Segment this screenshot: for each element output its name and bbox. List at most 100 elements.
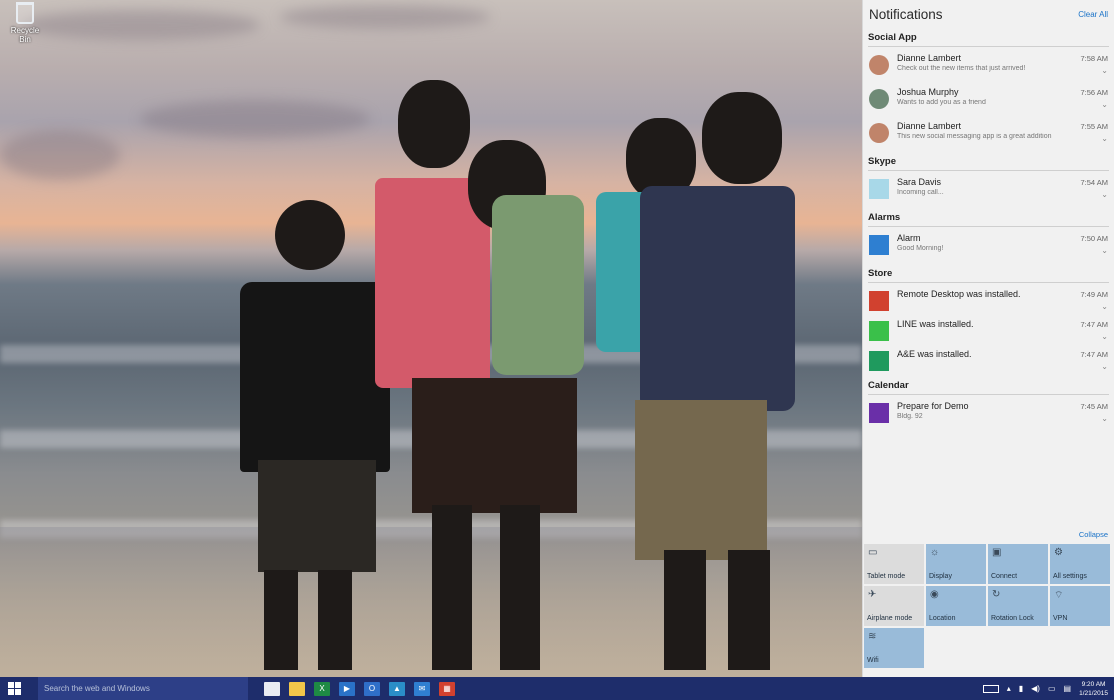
notification-title: A&E was installed. <box>897 349 972 359</box>
chevron-down-icon[interactable]: ⌄ <box>1101 190 1108 199</box>
store-icon[interactable]: ▦ <box>439 681 455 696</box>
alarm-clock-icon <box>869 235 889 255</box>
chevron-down-icon[interactable]: ⌄ <box>1101 332 1108 341</box>
avatar-icon <box>869 89 889 109</box>
connect-icon: ▣ <box>992 547 1002 558</box>
quick-action-label: Display <box>929 573 952 580</box>
quick-action-label: All settings <box>1053 573 1087 580</box>
notification-item[interactable]: LINE was installed. 7:47 AM ⌄ <box>863 316 1114 346</box>
notification-time: 7:54 AM <box>1080 178 1108 187</box>
group-divider <box>868 282 1109 283</box>
quick-action-tile[interactable]: ▭ Tablet mode <box>864 544 924 584</box>
notification-item[interactable]: Sara Davis Incoming call... 7:54 AM ⌄ <box>863 174 1114 208</box>
skype-icon <box>869 179 889 199</box>
notification-time: 7:49 AM <box>1080 290 1108 299</box>
quick-action-tile[interactable]: ◉ Location <box>926 586 986 626</box>
rotation-lock-icon: ↻ <box>992 589 1001 600</box>
notification-body: Good Morning! <box>897 245 944 252</box>
quick-action-tile[interactable]: ▣ Connect <box>988 544 1048 584</box>
mail-icon[interactable]: ✉ <box>414 681 430 696</box>
chevron-up-icon[interactable]: ▴ <box>1007 684 1011 693</box>
volume-icon[interactable]: ◀) <box>1031 684 1040 693</box>
start-button[interactable] <box>0 677 28 700</box>
outlook-icon[interactable]: O <box>364 681 380 696</box>
quick-action-label: Wifi <box>867 657 879 664</box>
notification-body: Bldg. 92 <box>897 413 923 420</box>
group-divider <box>868 394 1109 395</box>
panel-title: Notifications <box>869 6 943 22</box>
notification-item[interactable]: Dianne Lambert Check out the new items th… <box>863 50 1114 84</box>
chevron-down-icon[interactable]: ⌄ <box>1101 66 1108 75</box>
notification-item[interactable]: A&E was installed. 7:47 AM ⌄ <box>863 346 1114 376</box>
notification-item[interactable]: Dianne Lambert This new social messaging … <box>863 118 1114 152</box>
notification-time: 7:45 AM <box>1080 402 1108 411</box>
wifi-icon: ≋ <box>868 631 877 642</box>
notification-time: 7:47 AM <box>1080 320 1108 329</box>
notification-item[interactable]: Alarm Good Morning! 7:50 AM ⌄ <box>863 230 1114 264</box>
recycle-bin-shortcut[interactable]: Recycle Bin <box>6 2 44 44</box>
battery-icon[interactable]: ▭ <box>1048 684 1056 693</box>
quick-action-tile[interactable]: ✈ Airplane mode <box>864 586 924 626</box>
notification-body: Incoming call... <box>897 189 944 196</box>
quick-action-tile[interactable]: ☼ Display <box>926 544 986 584</box>
action-center-icon[interactable]: ▤ <box>1064 684 1072 693</box>
quick-action-label: VPN <box>1053 615 1068 622</box>
chevron-down-icon[interactable]: ⌄ <box>1101 134 1108 143</box>
chevron-down-icon[interactable]: ⌄ <box>1101 100 1108 109</box>
chevron-down-icon[interactable]: ⌄ <box>1101 362 1108 371</box>
group-title: Skype <box>868 156 896 167</box>
location-icon: ◉ <box>930 589 939 600</box>
taskbar-apps: X ▶ O ▲ ✉ ▦ <box>264 681 455 696</box>
line-icon <box>869 321 889 341</box>
avatar-icon <box>869 55 889 75</box>
gear-icon: ⚙ <box>1054 547 1063 558</box>
notification-title: Sara Davis <box>897 177 942 187</box>
desktop-wallpaper <box>0 0 862 677</box>
tablet-icon: ▭ <box>868 547 878 558</box>
vpn-icon: ⌔ <box>1054 590 1064 601</box>
group-title: Store <box>868 268 893 279</box>
notification-title: Remote Desktop was installed. <box>897 289 1021 299</box>
clear-all-link[interactable]: Clear All <box>1078 10 1108 19</box>
chevron-down-icon[interactable]: ⌄ <box>1101 246 1108 255</box>
notification-groups: Social App Dianne Lambert Check out the ne… <box>863 28 1114 432</box>
notification-item[interactable]: Remote Desktop was installed. 7:49 AM ⌄ <box>863 286 1114 316</box>
ae-icon <box>869 351 889 371</box>
notification-time: 7:55 AM <box>1080 122 1108 131</box>
calendar-icon <box>869 403 889 423</box>
powerpoint-icon[interactable]: ▶ <box>339 681 355 696</box>
group-divider <box>868 46 1109 47</box>
notification-title: Joshua Murphy <box>897 87 959 97</box>
notification-time: 7:50 AM <box>1080 234 1108 243</box>
quick-action-label: Connect <box>991 573 1018 580</box>
chevron-down-icon[interactable]: ⌄ <box>1101 414 1108 423</box>
notification-body: Wants to add you as a friend <box>897 99 986 106</box>
quick-action-tile[interactable]: ⚙ All settings <box>1050 544 1110 584</box>
notification-item[interactable]: Prepare for Demo Bldg. 92 7:45 AM ⌄ <box>863 398 1114 432</box>
notification-item[interactable]: Joshua Murphy Wants to add you as a frien… <box>863 84 1114 118</box>
group-divider <box>868 226 1109 227</box>
quick-action-tile[interactable]: ≋ Wifi <box>864 628 924 668</box>
notification-time: 7:56 AM <box>1080 88 1108 97</box>
collapse-link[interactable]: Collapse <box>862 530 1114 539</box>
notification-title: Dianne Lambert <box>897 121 962 131</box>
search-box[interactable]: Search the web and Windows <box>38 677 248 700</box>
quick-action-tile[interactable]: ⌔ VPN <box>1050 586 1110 626</box>
file-explorer-icon[interactable] <box>289 681 305 696</box>
notification-title: Dianne Lambert <box>897 53 962 63</box>
quick-action-label: Rotation Lock <box>991 615 1034 622</box>
chevron-down-icon[interactable]: ⌄ <box>1101 302 1108 311</box>
notification-time: 7:47 AM <box>1080 350 1108 359</box>
network-icon[interactable]: ▮ <box>1019 684 1023 693</box>
system-tray: ▴ ▮ ◀) ▭ ▤ 9:20 AM 1/21/2015 <box>982 677 1114 700</box>
recycle-bin-label: Recycle Bin <box>10 26 40 44</box>
quick-action-label: Location <box>929 615 956 622</box>
avatar-icon <box>869 123 889 143</box>
clock[interactable]: 9:20 AM 1/21/2015 <box>1079 680 1108 698</box>
notification-title: LINE was installed. <box>897 319 974 329</box>
task-view-icon[interactable] <box>264 681 280 696</box>
keyboard-icon[interactable] <box>982 684 999 693</box>
quick-action-tile[interactable]: ↻ Rotation Lock <box>988 586 1048 626</box>
photos-icon[interactable]: ▲ <box>389 681 405 696</box>
excel-icon[interactable]: X <box>314 681 330 696</box>
